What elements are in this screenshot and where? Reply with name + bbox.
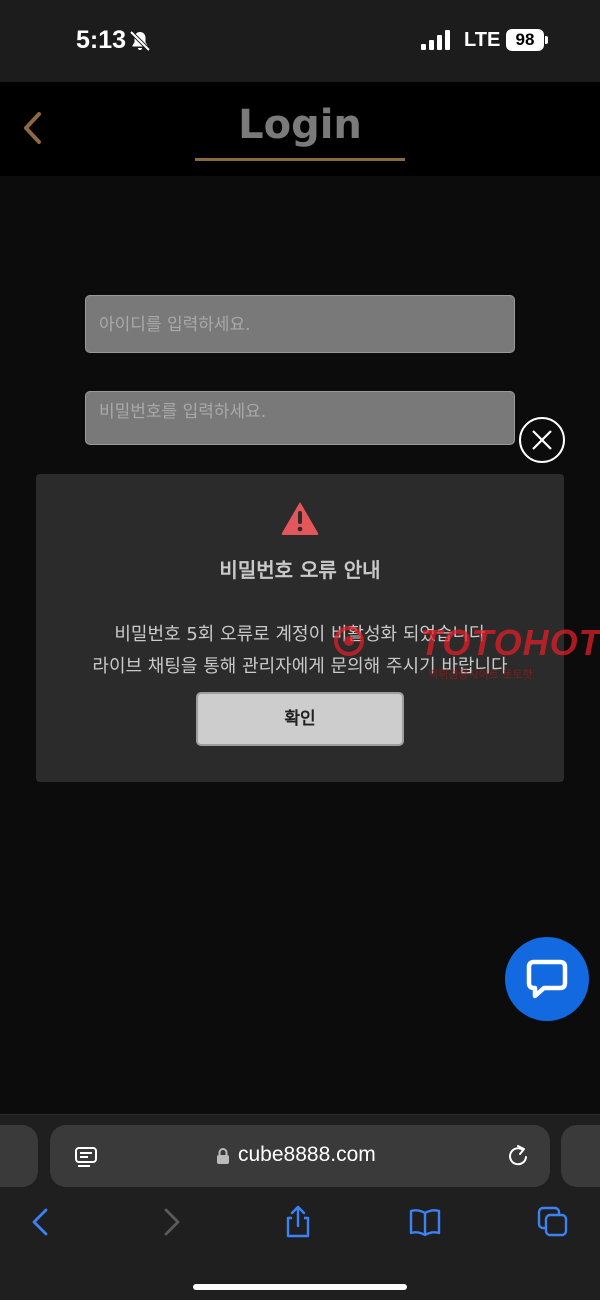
watermark-text: TOTOHOT [420, 622, 600, 663]
tabs-icon[interactable] [536, 1205, 570, 1239]
battery-indicator: 98 [506, 29, 544, 51]
lock-icon [217, 1148, 229, 1164]
bookmarks-icon[interactable] [408, 1205, 442, 1239]
signal-icon [421, 30, 450, 50]
confirm-button[interactable]: 확인 [196, 692, 404, 746]
page-header: Login [0, 82, 600, 176]
id-input[interactable]: 아이디를 입력하세요. [85, 295, 515, 353]
watermark-subtext: 먹튀검증사이트 토토핫 [428, 668, 533, 681]
password-input[interactable]: 비밀번호를 입력하세요. [85, 391, 515, 445]
reader-icon[interactable] [74, 1145, 98, 1169]
warning-triangle-icon [281, 502, 319, 535]
forward-arrow-icon[interactable] [154, 1205, 188, 1239]
back-arrow-icon[interactable] [24, 1205, 58, 1239]
page-title: Login [238, 102, 362, 148]
address-bar[interactable]: cube8888.com [50, 1125, 550, 1187]
close-circle-icon[interactable] [519, 417, 565, 463]
modal-title: 비밀번호 오류 안내 [219, 558, 381, 582]
next-tab-preview[interactable] [561, 1125, 600, 1187]
close-x-icon [532, 430, 552, 450]
status-bar: 5:13 LTE 98 [0, 0, 600, 82]
browser-toolbar: cube8888.com [0, 1114, 600, 1300]
live-chat-button[interactable] [505, 937, 589, 1021]
chat-bubble-icon [526, 959, 568, 999]
watermark-logo: TOTOHOT 먹튀검증사이트 토토핫 [324, 622, 600, 682]
reload-icon[interactable] [506, 1143, 530, 1169]
network-label: LTE [464, 29, 501, 51]
status-time: 5:13 [76, 26, 127, 54]
share-icon[interactable] [281, 1205, 315, 1239]
bell-slash-icon [129, 30, 151, 52]
url-text: cube8888.com [238, 1143, 376, 1166]
previous-tab-preview[interactable] [0, 1125, 38, 1187]
battery-nub [545, 36, 548, 44]
home-indicator[interactable] [193, 1284, 407, 1290]
title-underline [195, 158, 405, 161]
watermark-emblem-icon [334, 626, 364, 656]
